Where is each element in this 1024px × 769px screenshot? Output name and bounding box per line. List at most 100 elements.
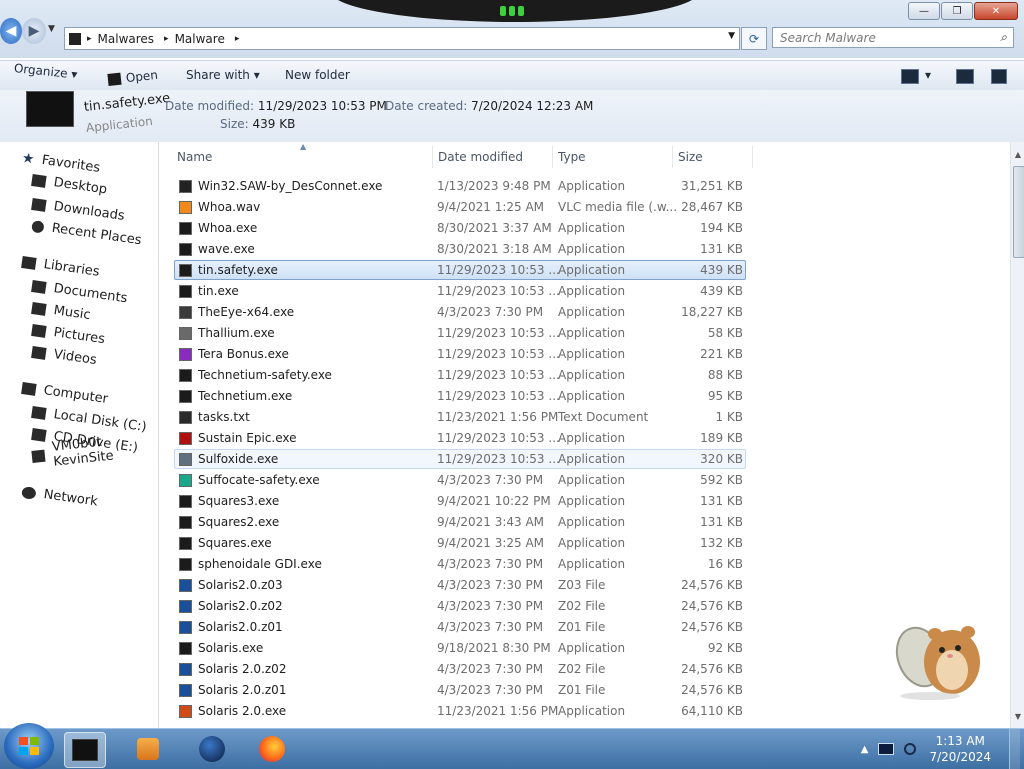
show-hidden-icons-button[interactable]: ▲ [861, 744, 869, 755]
clock[interactable]: 1:13 AM 7/20/2024 [929, 733, 991, 765]
back-button[interactable]: ◀ [0, 18, 22, 44]
network-status-icon[interactable] [878, 743, 895, 755]
scroll-down-button[interactable]: ▼ [1011, 712, 1024, 724]
file-type: Application [558, 347, 626, 361]
file-type: Z03 File [558, 578, 606, 592]
file-row[interactable]: Solaris 2.0.z02 4/3/2023 7:30 PM Z02 File 2… [174, 659, 746, 679]
globe-icon [199, 736, 225, 762]
firefox-icon [259, 736, 285, 762]
file-row[interactable]: Squares3.exe 9/4/2021 10:22 PM Application… [174, 491, 746, 511]
action-center-icon[interactable] [904, 743, 917, 755]
open-button[interactable]: Open [107, 68, 159, 87]
file-row[interactable]: Thallium.exe 11/29/2023 10:53 ... Applicat… [174, 323, 746, 343]
scroll-up-button[interactable]: ▲ [1011, 150, 1024, 162]
change-view-icon[interactable] [901, 69, 919, 84]
address-bar[interactable]: ▸ Malwares ▸ Malware ▸ ▼ [64, 27, 740, 50]
sidebar-item-computer[interactable]: Computer [21, 380, 109, 407]
file-row[interactable]: tasks.txt 11/23/2021 1:56 PM Text Document… [174, 407, 746, 427]
file-row[interactable]: Technetium-safety.exe 11/29/2023 10:53 ..… [174, 365, 746, 385]
column-divider[interactable] [552, 146, 553, 168]
sidebar-item-libraries[interactable]: Libraries [21, 254, 100, 280]
sidebar-item-music[interactable]: Music [31, 300, 92, 323]
column-divider[interactable] [432, 146, 433, 168]
file-row[interactable]: tin.exe 11/29/2023 10:53 ... Application 43… [174, 281, 746, 301]
file-row[interactable]: Solaris2.0.z01 4/3/2023 7:30 PM Z01 File 24… [174, 617, 746, 637]
view-options-arrow[interactable]: ▾ [925, 68, 931, 82]
file-row[interactable]: Sustain Epic.exe 11/29/2023 10:53 ... Appl… [174, 428, 746, 448]
file-row[interactable]: tin.safety.exe 11/29/2023 10:53 ... Applic… [174, 260, 746, 280]
file-date-modified: 8/30/2021 3:18 AM [437, 242, 552, 256]
file-row[interactable]: Solaris2.0.z02 4/3/2023 7:30 PM Z02 File 24… [174, 596, 746, 616]
file-row[interactable]: Solaris2.0.z03 4/3/2023 7:30 PM Z03 File 24… [174, 575, 746, 595]
sidebar-label: Computer [42, 383, 109, 407]
file-row[interactable]: Sulfoxide.exe 11/29/2023 10:53 ... Applica… [174, 449, 746, 469]
preview-pane-icon[interactable] [956, 69, 974, 84]
sidebar-item-network[interactable]: Network [21, 484, 99, 510]
breadcrumb-malware[interactable]: Malware [175, 32, 225, 46]
file-icon [179, 243, 192, 256]
breadcrumb-separator[interactable]: ▸ [87, 34, 92, 44]
file-row[interactable]: Solaris.exe 9/18/2021 8:30 PM Application 9… [174, 638, 746, 658]
close-button[interactable]: ✕ [974, 2, 1018, 20]
sidebar-item-desktop[interactable]: Desktop [31, 172, 108, 197]
file-row[interactable]: Technetium.exe 11/29/2023 10:53 ... Applic… [174, 386, 746, 406]
hamster-desktop-pet[interactable] [890, 612, 990, 702]
file-row[interactable]: TheEye-x64.exe 4/3/2023 7:30 PM Applicatio… [174, 302, 746, 322]
column-header-date-modified[interactable]: Date modified [438, 150, 523, 164]
column-divider[interactable] [672, 146, 673, 168]
star-icon: ★ [20, 149, 36, 168]
file-row[interactable]: Squares.exe 9/4/2021 3:25 AM Application 13… [174, 533, 746, 553]
minimize-button[interactable]: — [908, 2, 940, 20]
sidebar-item-videos[interactable]: Videos [31, 344, 98, 368]
column-header-name[interactable]: Name [177, 150, 212, 164]
breadcrumb-separator[interactable]: ▸ [235, 34, 240, 44]
search-input[interactable]: Search Malware ⌕ [772, 27, 1014, 48]
sidebar-item-pictures[interactable]: Pictures [31, 322, 106, 347]
breadcrumb-malwares[interactable]: Malwares [98, 32, 155, 46]
file-row[interactable]: Suffocate-safety.exe 4/3/2023 7:30 PM Appl… [174, 470, 746, 490]
file-row[interactable]: Whoa.exe 8/30/2021 3:37 AM Application 194 … [174, 218, 746, 238]
column-divider[interactable] [752, 146, 753, 168]
search-icon[interactable]: ⌕ [1000, 30, 1007, 45]
taskbar-globe-app[interactable] [192, 732, 232, 766]
show-desktop-button[interactable] [1009, 729, 1020, 769]
file-row[interactable]: Solaris 2.0.z01 4/3/2023 7:30 PM Z01 File 2… [174, 680, 746, 700]
file-row[interactable]: Win32.SAW-by_DesConnet.exe 1/13/2023 9:48… [174, 176, 746, 196]
file-row[interactable]: Tera Bonus.exe 11/29/2023 10:53 ... Applic… [174, 344, 746, 364]
start-button[interactable] [4, 723, 54, 769]
sidebar-item-recent-places[interactable]: Recent Places [31, 218, 142, 248]
file-name: Solaris 2.0.z02 [198, 662, 287, 676]
column-header-size[interactable]: Size [678, 150, 703, 164]
share-with-button[interactable]: Share with ▾ [186, 68, 260, 82]
maximize-button[interactable]: ❐ [941, 2, 973, 20]
recent-pages-dropdown[interactable]: ▼ [48, 24, 55, 34]
address-dropdown[interactable]: ▼ [728, 31, 735, 41]
help-icon[interactable] [991, 69, 1007, 84]
file-row[interactable]: Whoa.wav 9/4/2021 1:25 AM VLC media file (… [174, 197, 746, 217]
file-row[interactable]: Squares2.exe 9/4/2021 3:43 AM Application 1… [174, 512, 746, 532]
file-row[interactable]: Solaris 2.0.exe 11/23/2021 1:56 PM Applica… [174, 701, 746, 721]
recent-places-icon [31, 219, 45, 234]
file-row[interactable]: sphenoidale GDI.exe 4/3/2023 7:30 PM Appli… [174, 554, 746, 574]
file-name: Technetium-safety.exe [198, 368, 332, 382]
taskbar-media-player[interactable] [128, 732, 168, 766]
file-row[interactable]: wave.exe 8/30/2021 3:18 AM Application 131 … [174, 239, 746, 259]
organize-button[interactable]: Organize ▾ [13, 61, 78, 82]
sidebar-label: Music [52, 303, 92, 324]
file-size: 592 KB [700, 473, 743, 487]
forward-button[interactable]: ▶ [22, 18, 46, 44]
column-header-type[interactable]: Type [558, 150, 586, 164]
file-date-modified: 11/29/2023 10:53 ... [437, 326, 560, 340]
taskbar-firefox[interactable] [252, 732, 292, 766]
taskbar-explorer[interactable] [64, 732, 106, 768]
vertical-scrollbar[interactable]: ▲ ▼ [1010, 142, 1024, 728]
refresh-button[interactable]: ⟳ [741, 27, 767, 50]
breadcrumb-separator[interactable]: ▸ [164, 34, 169, 44]
file-icon [179, 411, 192, 424]
file-date-modified: 4/3/2023 7:30 PM [437, 662, 544, 676]
size-value: 439 KB [252, 117, 296, 131]
file-size: 58 KB [707, 326, 743, 340]
new-folder-button[interactable]: New folder [285, 68, 350, 82]
file-date-modified: 9/18/2021 8:30 PM [437, 641, 551, 655]
scroll-thumb[interactable] [1013, 166, 1024, 258]
